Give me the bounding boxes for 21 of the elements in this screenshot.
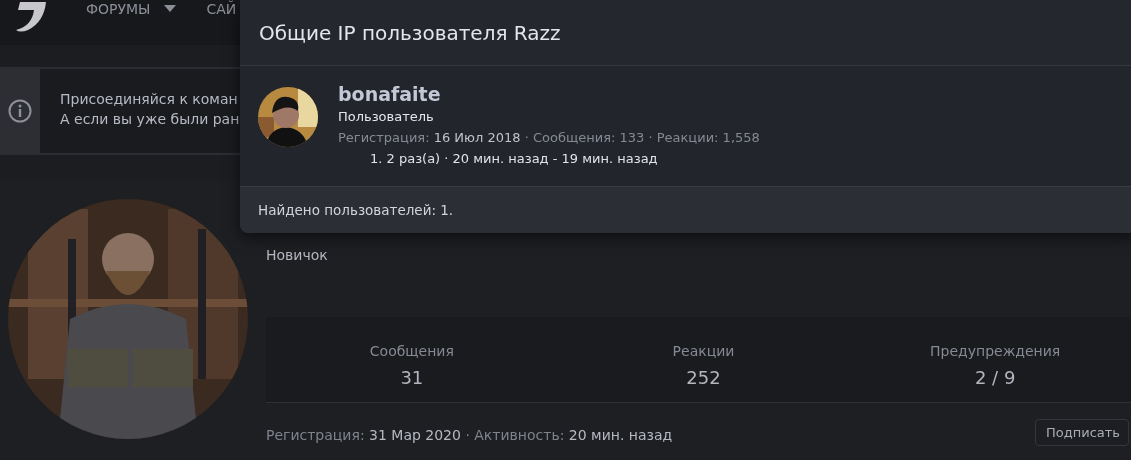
notice-text: Присоединяйся к коман: [60, 90, 238, 109]
logo-icon[interactable]: [14, 0, 48, 34]
username-link[interactable]: bonafaite: [338, 83, 441, 105]
nav-tab[interactable]: ФОРУМЫ: [86, 0, 177, 17]
stat-label: Сообщения: [369, 343, 454, 359]
registration-info: Регистрация: 31 Мар 2020 · Активность: 20 мин. назад: [266, 427, 673, 443]
dialog-title: Общие IP пользователя Razz: [259, 20, 561, 45]
stat-value: 31: [400, 367, 424, 388]
user-role: Пользователь: [338, 109, 434, 124]
nav-tab[interactable]: САЙ: [206, 0, 237, 17]
info-icon: [8, 99, 32, 123]
stat-value: 2 / 9: [974, 367, 1016, 388]
user-title: Новичок: [266, 247, 328, 263]
stat-label: Реакции: [672, 343, 735, 359]
stat-label: Предупреждения: [930, 343, 1061, 359]
notice-text: А если вы уже были ран: [60, 110, 240, 129]
user-meta: Регистрация: 16 Июл 2018 · Сообщения: 133 · Реакции: 1,558: [338, 130, 760, 145]
stat-value: 252: [686, 367, 721, 388]
results-count: Найдено пользователей: 1.: [258, 202, 454, 218]
ip-usage: 1. 2 раз(а) · 20 мин. назад - 19 мин. назад: [369, 151, 659, 166]
follow-button[interactable]: Подписать: [1035, 419, 1129, 446]
